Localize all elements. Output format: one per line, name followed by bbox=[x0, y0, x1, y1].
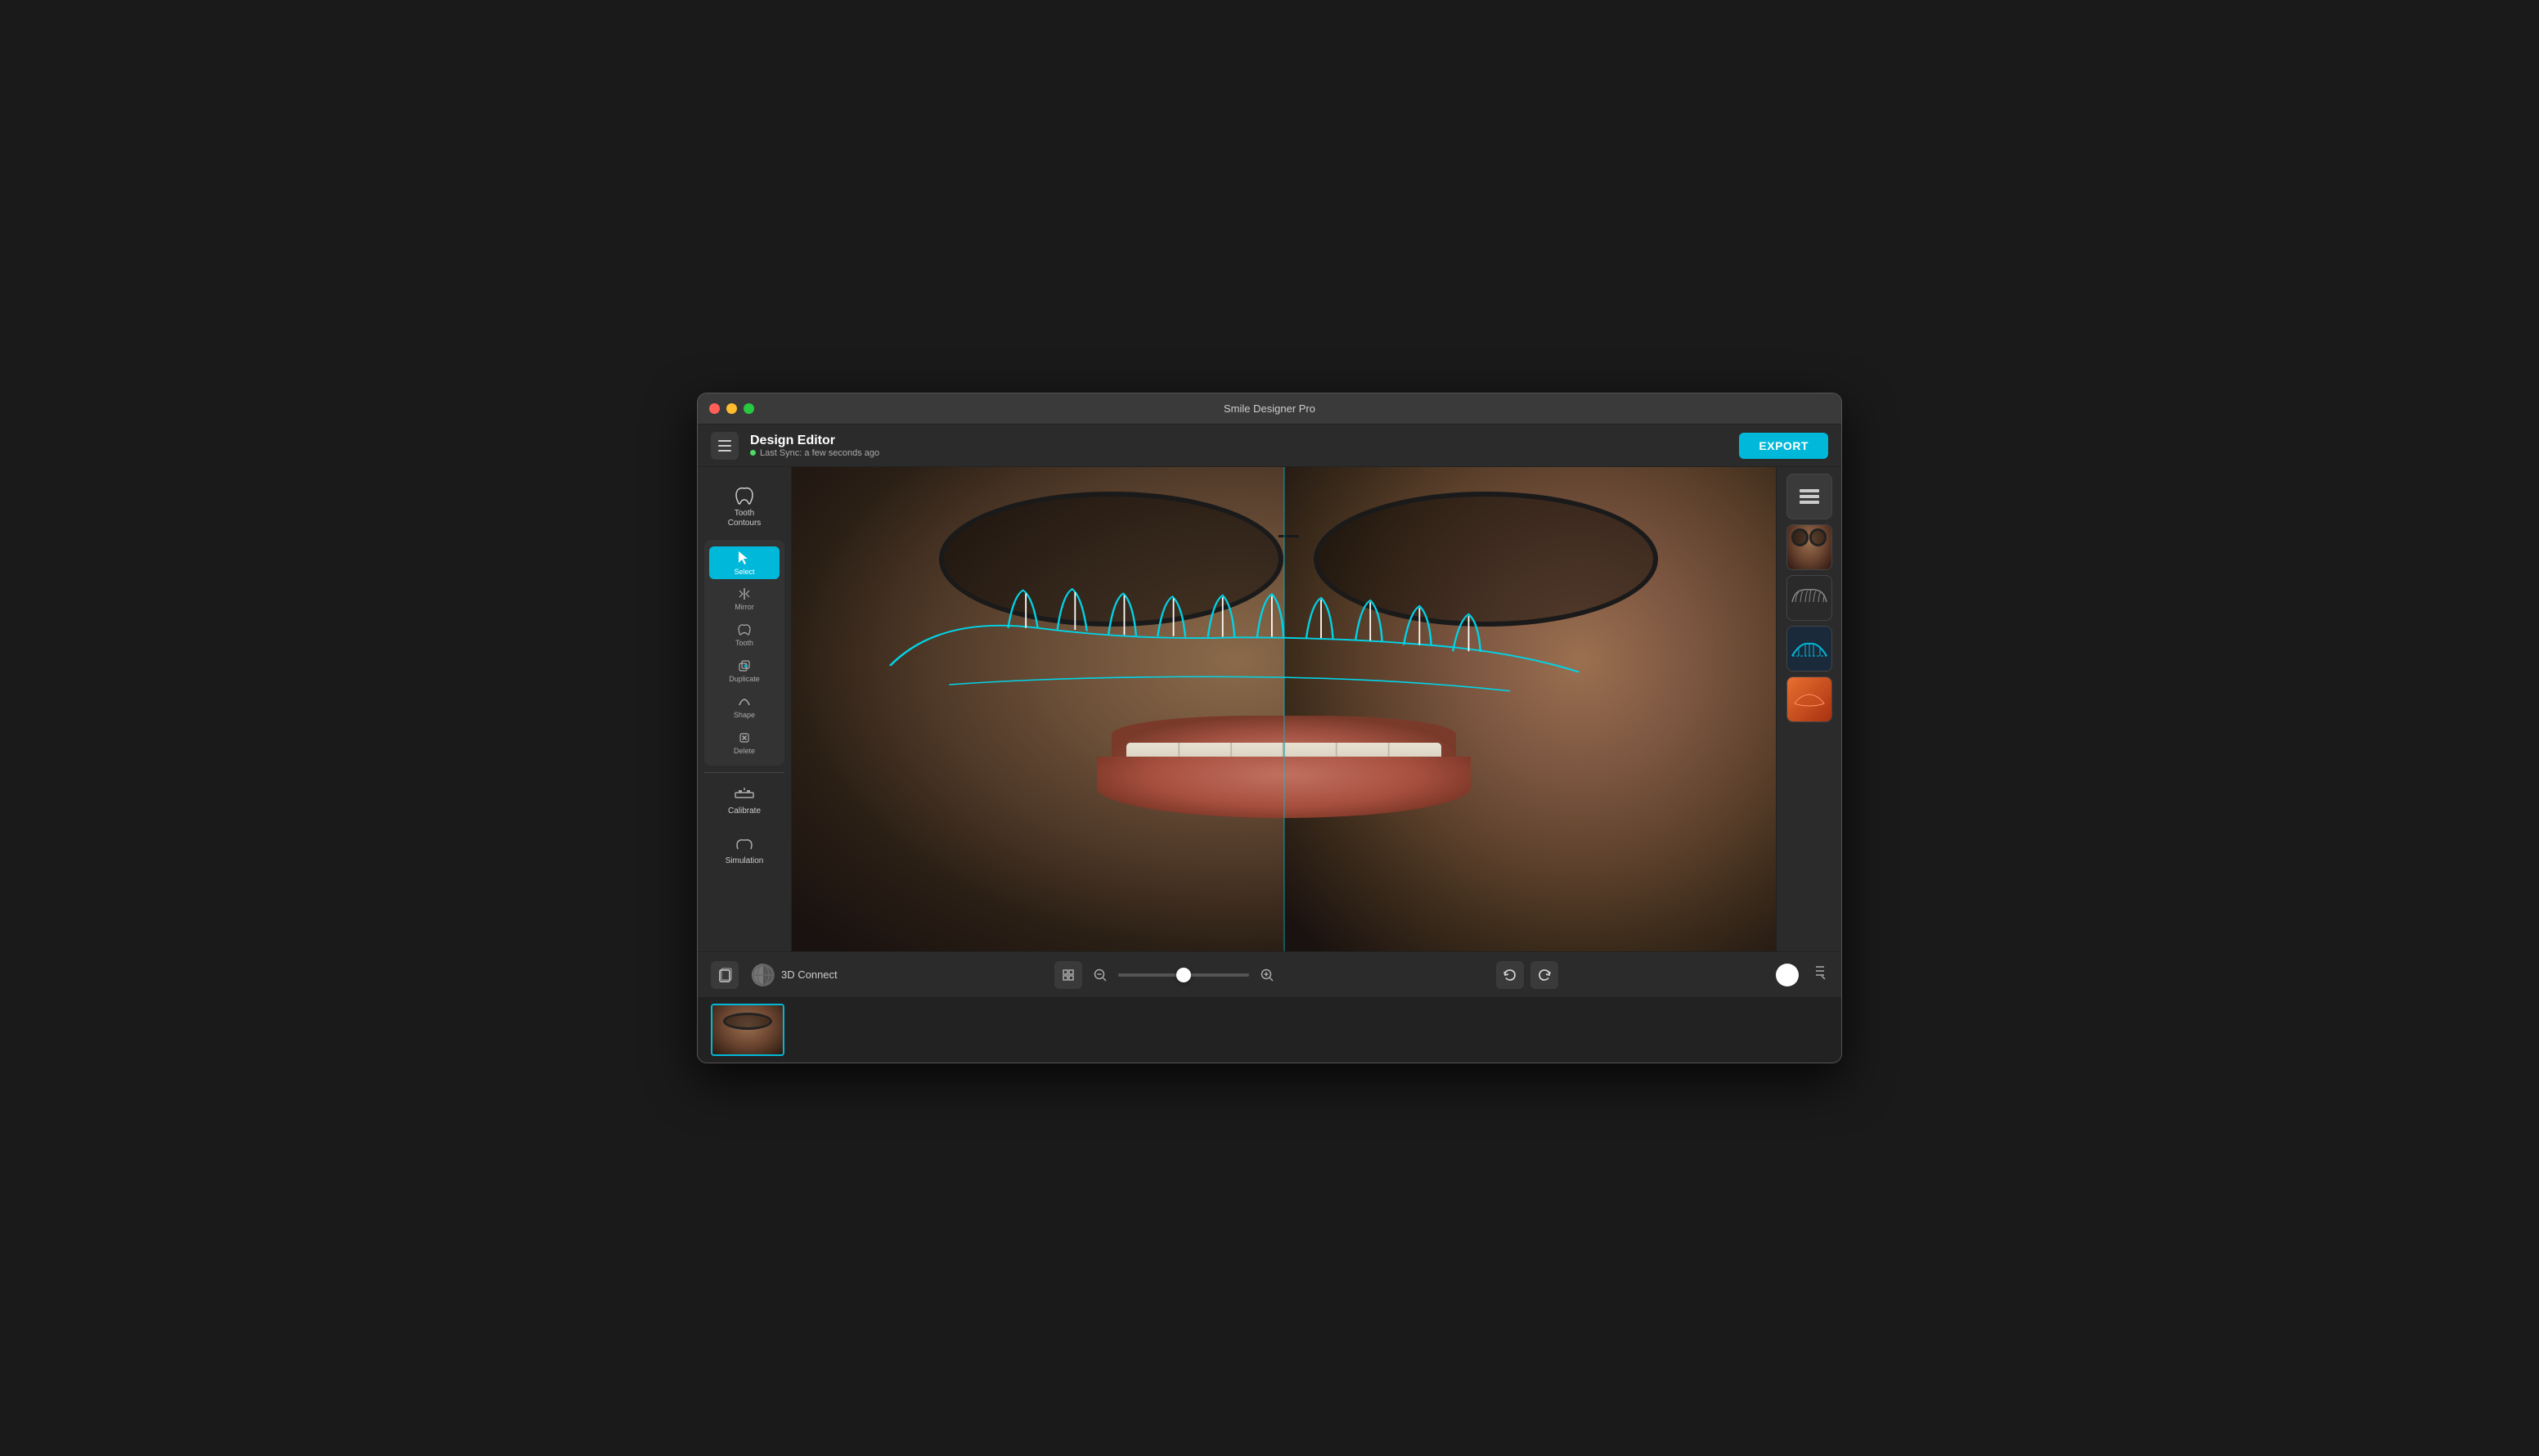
redo-button[interactable] bbox=[1530, 961, 1558, 989]
sync-dot bbox=[750, 450, 756, 456]
thumb-face-1 bbox=[712, 1005, 783, 1054]
tool-delete[interactable]: Delete bbox=[709, 726, 780, 759]
center-divider-line bbox=[1283, 467, 1284, 951]
glasses-left bbox=[939, 492, 1283, 627]
right-panel-lip-model[interactable] bbox=[1786, 676, 1832, 722]
tool-divider-1 bbox=[704, 772, 784, 773]
select-icon bbox=[736, 550, 753, 566]
tool-shape[interactable]: Shape bbox=[709, 690, 780, 723]
calibrate-label: Calibrate bbox=[728, 807, 761, 816]
tooth-contours-label: ToothContours bbox=[728, 509, 762, 528]
tool-duplicate[interactable]: Duplicate bbox=[709, 654, 780, 687]
title-bar: Smile Designer Pro bbox=[698, 393, 1841, 425]
connect-button[interactable]: 3D Connect bbox=[752, 964, 838, 986]
tooth-sub-label: Tooth bbox=[735, 639, 753, 647]
filmstrip bbox=[698, 997, 1841, 1063]
tool-calibrate[interactable]: Calibrate bbox=[704, 780, 784, 823]
fit-button[interactable] bbox=[1054, 961, 1082, 989]
right-panel-face-photo[interactable] bbox=[1786, 524, 1832, 570]
face-image bbox=[792, 467, 1776, 951]
duplicate-label: Duplicate bbox=[729, 675, 760, 683]
left-sidebar: ToothContours Select bbox=[698, 467, 792, 951]
thumb-glasses-1 bbox=[723, 1013, 772, 1030]
tooth-contours-icon bbox=[733, 483, 756, 506]
header-title: Design Editor bbox=[750, 434, 879, 448]
undo-icon bbox=[1503, 968, 1517, 982]
zoom-out-icon bbox=[1093, 968, 1108, 982]
header: Design Editor Last Sync: a few seconds a… bbox=[698, 425, 1841, 467]
simulation-label: Simulation bbox=[726, 856, 764, 866]
right-panel-layers[interactable] bbox=[1786, 474, 1832, 519]
simulation-icon bbox=[734, 833, 755, 854]
close-button[interactable] bbox=[709, 403, 720, 414]
tool-tooth-contours[interactable]: ToothContours bbox=[704, 477, 784, 535]
undo-redo-group bbox=[1496, 961, 1558, 989]
teeth-wireframe-icon bbox=[1791, 586, 1828, 610]
menu-button[interactable] bbox=[711, 432, 739, 460]
thumb-glasses-right bbox=[1809, 528, 1827, 546]
glasses-right bbox=[1314, 492, 1658, 627]
minimize-button[interactable] bbox=[726, 403, 737, 414]
fit-icon bbox=[1062, 968, 1075, 982]
pages-icon bbox=[717, 968, 732, 982]
calibrate-icon bbox=[733, 786, 756, 804]
connect-icon bbox=[752, 964, 775, 986]
undo-button[interactable] bbox=[1496, 961, 1524, 989]
zoom-in-button[interactable] bbox=[1256, 964, 1278, 986]
sync-text: Last Sync: a few seconds ago bbox=[760, 448, 879, 458]
layers-icon bbox=[1800, 489, 1819, 504]
tool-select[interactable]: Select bbox=[709, 546, 780, 579]
connect-sphere-icon bbox=[752, 964, 775, 986]
select-label: Select bbox=[734, 568, 754, 576]
filmstrip-thumb-1[interactable] bbox=[711, 1004, 784, 1056]
main-content: ToothContours Select bbox=[698, 467, 1841, 951]
delete-label: Delete bbox=[734, 747, 755, 755]
mirror-label: Mirror bbox=[735, 603, 754, 611]
sub-tools-panel: Select Mirror Tooth bbox=[704, 540, 784, 766]
brush-icon bbox=[1812, 964, 1828, 981]
lip-model-icon bbox=[1792, 691, 1827, 708]
curve-model-icon bbox=[1791, 636, 1828, 662]
mirror-icon bbox=[737, 586, 752, 601]
brush-button[interactable] bbox=[1812, 964, 1828, 985]
zoom-controls bbox=[1054, 961, 1278, 989]
redo-icon bbox=[1537, 968, 1552, 982]
shape-icon bbox=[737, 694, 752, 709]
tool-simulation[interactable]: Simulation bbox=[704, 826, 784, 873]
tool-tooth[interactable]: Tooth bbox=[709, 618, 780, 651]
pages-button[interactable] bbox=[711, 961, 739, 989]
zoom-in-icon bbox=[1260, 968, 1274, 982]
delete-icon bbox=[737, 730, 752, 745]
tool-mirror[interactable]: Mirror bbox=[709, 582, 780, 615]
header-title-group: Design Editor Last Sync: a few seconds a… bbox=[750, 434, 879, 458]
connect-label: 3D Connect bbox=[781, 968, 838, 981]
thumb-glasses-left bbox=[1791, 528, 1809, 546]
app-window: Smile Designer Pro Design Editor Last Sy… bbox=[697, 393, 1842, 1063]
maximize-button[interactable] bbox=[744, 403, 754, 414]
right-panel-curve-model[interactable] bbox=[1786, 626, 1832, 672]
shape-label: Shape bbox=[734, 711, 755, 719]
color-swatch[interactable] bbox=[1776, 964, 1799, 986]
right-panel-teeth-model[interactable] bbox=[1786, 575, 1832, 621]
bottom-toolbar: 3D Connect bbox=[698, 951, 1841, 997]
right-panel bbox=[1776, 467, 1841, 951]
tooth-icon bbox=[737, 622, 752, 637]
duplicate-icon bbox=[737, 658, 752, 673]
traffic-lights bbox=[709, 403, 754, 414]
sync-status: Last Sync: a few seconds ago bbox=[750, 448, 879, 458]
zoom-slider[interactable] bbox=[1118, 973, 1249, 977]
canvas-area[interactable] bbox=[792, 467, 1776, 951]
glasses-bridge bbox=[1278, 535, 1298, 537]
window-title: Smile Designer Pro bbox=[1224, 402, 1315, 415]
export-button[interactable]: EXPORT bbox=[1739, 433, 1828, 459]
zoom-out-button[interactable] bbox=[1089, 964, 1112, 986]
